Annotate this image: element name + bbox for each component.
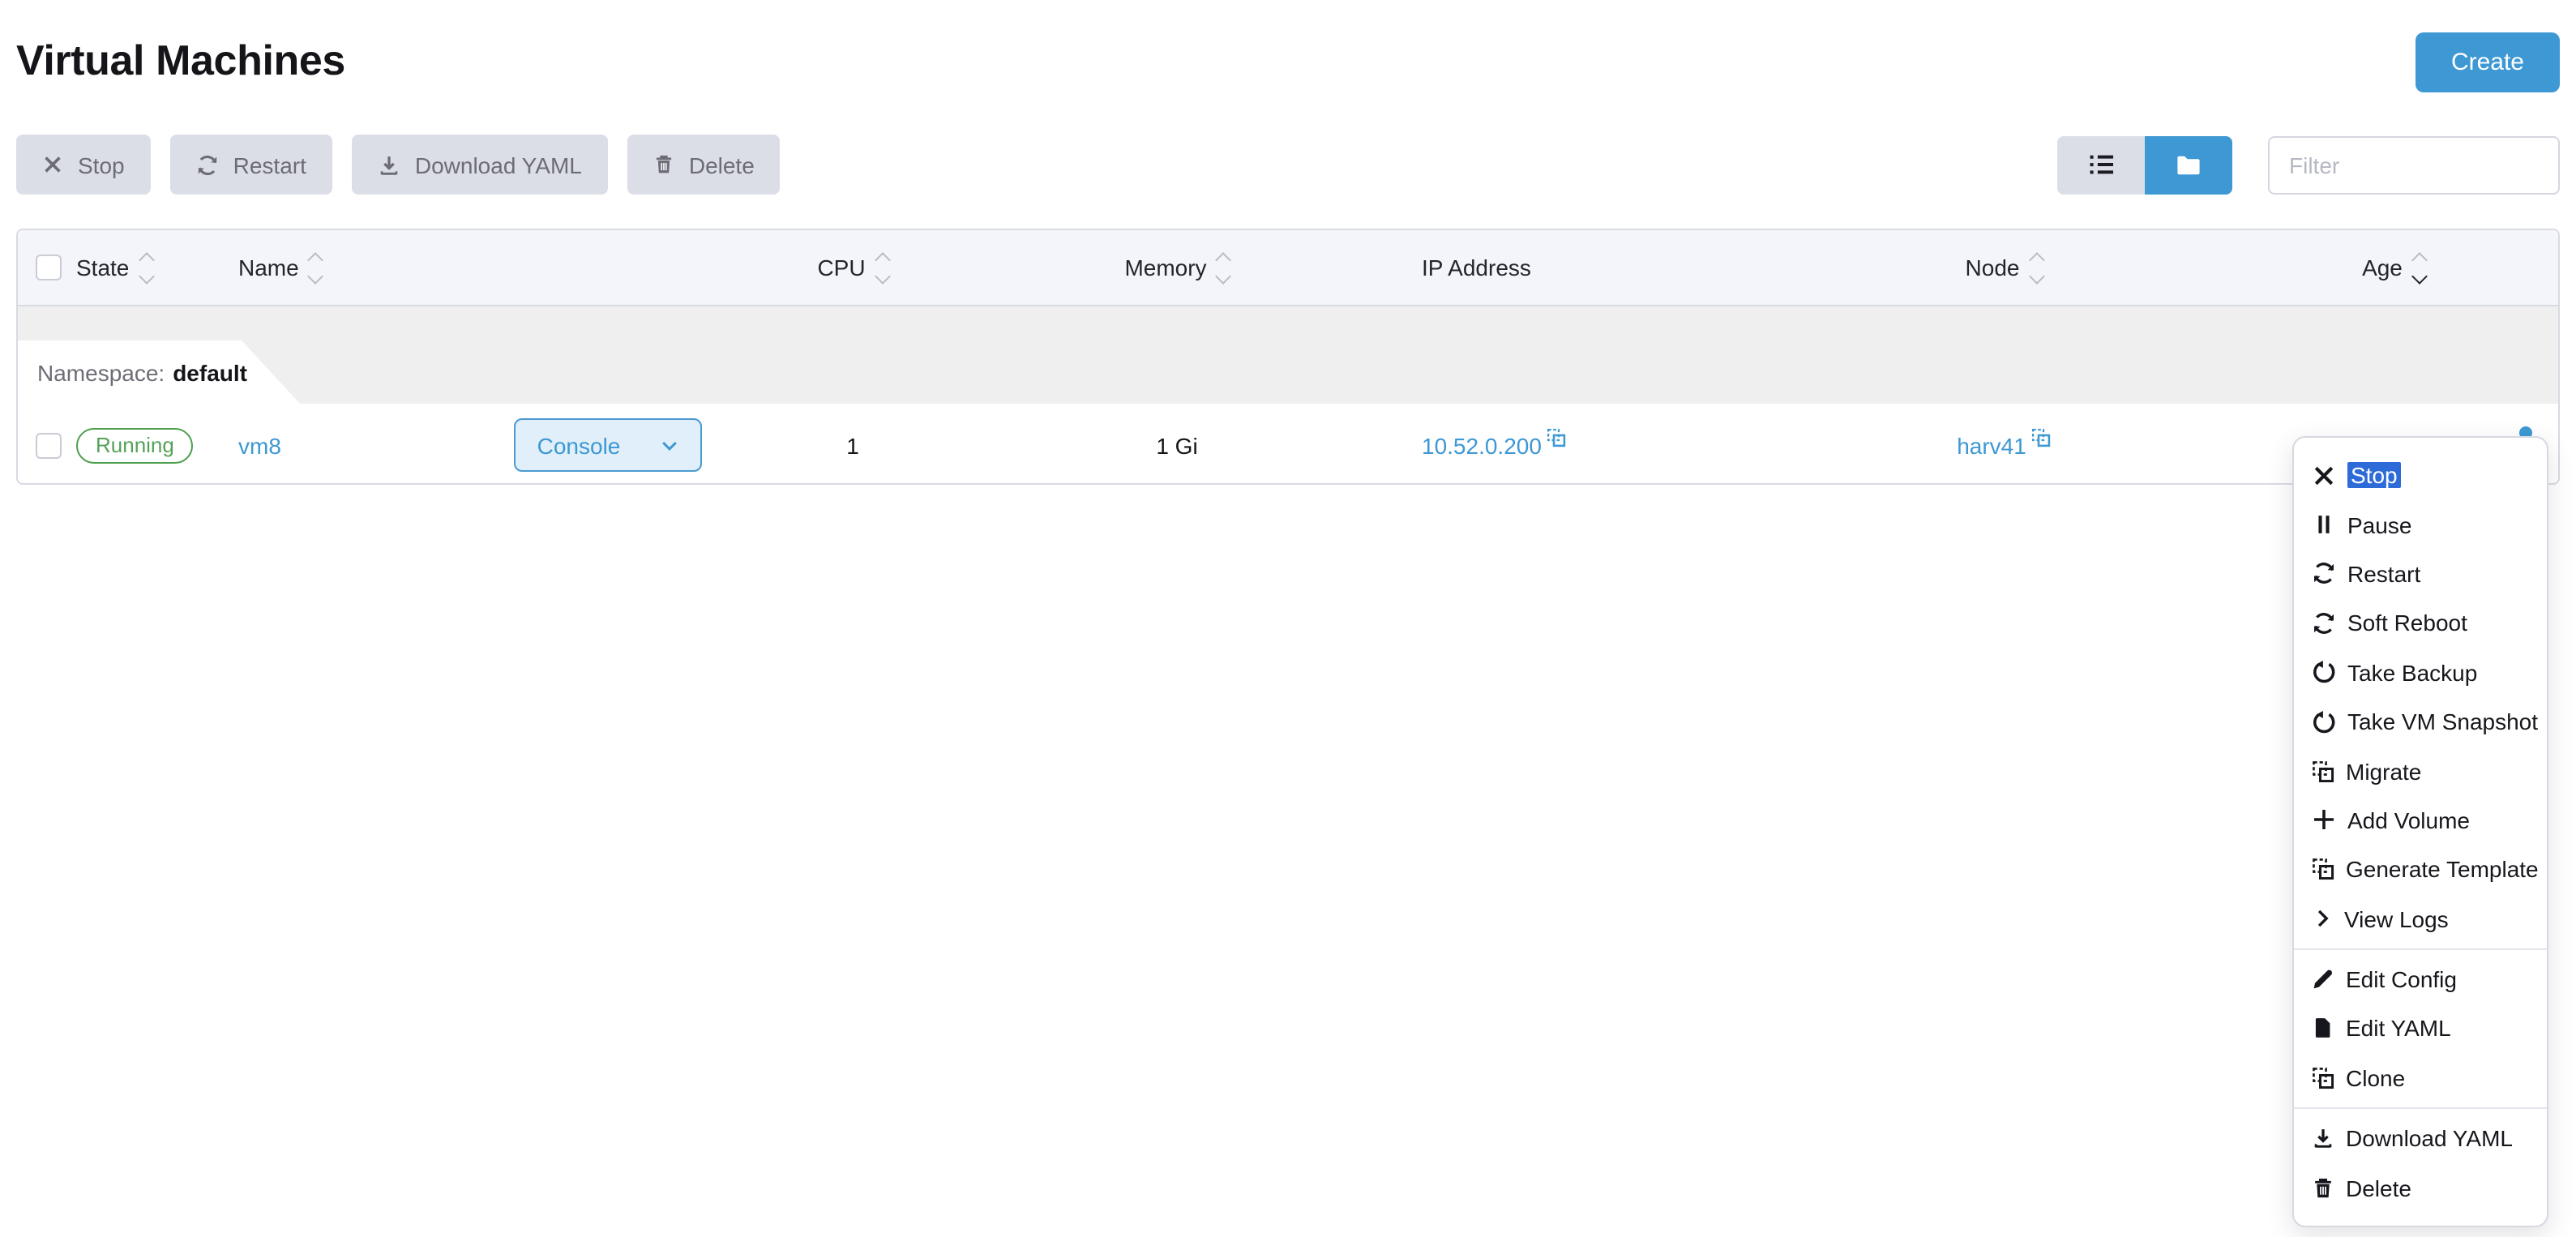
circular-arrow-icon: [2312, 709, 2336, 734]
menu-item-generate-template[interactable]: Generate Template: [2294, 845, 2547, 894]
menu-item-stop[interactable]: Stop: [2294, 451, 2547, 500]
column-header-node[interactable]: Node: [1752, 254, 2255, 281]
pencil-icon: [2312, 968, 2334, 991]
chevron-down-icon: [659, 435, 678, 455]
column-header-memory[interactable]: Memory: [974, 254, 1380, 281]
restart-button-label: Restart: [233, 152, 306, 178]
x-icon: [2312, 463, 2336, 487]
sort-icon-descending: [2414, 254, 2425, 281]
download-yaml-button[interactable]: Download YAML: [352, 135, 608, 195]
menu-item-view-logs[interactable]: View Logs: [2294, 894, 2547, 944]
select-all-checkbox[interactable]: [36, 255, 62, 280]
table-header: State Name CPU Memory IP Address Node: [18, 230, 2558, 306]
delete-button-label: Delete: [689, 152, 755, 178]
cpu-value: 1: [731, 432, 974, 458]
console-button-label: Console: [537, 432, 621, 458]
download-icon: [2312, 1128, 2334, 1150]
menu-item-add-volume[interactable]: Add Volume: [2294, 795, 2547, 845]
list-icon: [2087, 151, 2115, 178]
chevron-right-icon: [2312, 908, 2333, 929]
refresh-icon: [2312, 611, 2336, 636]
copy-icon[interactable]: [1547, 427, 1566, 447]
column-header-name[interactable]: Name: [225, 254, 485, 281]
refresh-icon: [2312, 562, 2336, 586]
vm-table: State Name CPU Memory IP Address Node: [16, 229, 2560, 485]
stop-button-label: Stop: [78, 152, 125, 178]
namespace-group-row: Namespace: default: [18, 306, 2558, 404]
bulk-actions: Stop Restart Download YAML Delete: [16, 135, 781, 195]
view-toggle: [2057, 135, 2232, 194]
sort-icon: [877, 254, 888, 281]
copy-icon: [2312, 1067, 2334, 1089]
stop-button[interactable]: Stop: [16, 135, 151, 195]
menu-divider: [2294, 1107, 2547, 1109]
copy-icon: [2312, 858, 2334, 881]
refresh-icon: [196, 153, 219, 176]
menu-item-migrate[interactable]: Migrate: [2294, 747, 2547, 796]
restart-button[interactable]: Restart: [170, 135, 332, 195]
table-row: Running vm8 Console 1 1 Gi 10.52.0.200 h…: [18, 404, 2558, 486]
trash-icon: [2312, 1176, 2334, 1199]
virtual-machines-page: Virtual Machines Create Stop Restart Dow…: [0, 0, 2576, 1237]
menu-item-restart[interactable]: Restart: [2294, 550, 2547, 599]
grid-view-button[interactable]: [2145, 135, 2232, 194]
plus-icon: [2312, 808, 2336, 833]
filter-input[interactable]: [2268, 135, 2560, 194]
node-link[interactable]: harv41: [1957, 432, 2026, 458]
circular-arrow-icon: [2312, 661, 2336, 685]
row-checkbox[interactable]: [36, 432, 62, 458]
x-icon: [42, 154, 63, 175]
sort-icon: [140, 254, 152, 281]
selected-text: Stop: [2347, 462, 2401, 488]
column-header-cpu[interactable]: CPU: [731, 254, 974, 281]
download-yaml-button-label: Download YAML: [415, 152, 582, 178]
namespace-group-value: default: [173, 359, 247, 385]
list-view-button[interactable]: [2057, 135, 2145, 194]
menu-item-clone[interactable]: Clone: [2294, 1053, 2547, 1102]
menu-item-edit-config[interactable]: Edit Config: [2294, 955, 2547, 1004]
menu-divider: [2294, 948, 2547, 950]
sort-icon: [1218, 254, 1230, 281]
view-and-filter: [2057, 135, 2560, 194]
menu-item-take-backup[interactable]: Take Backup: [2294, 648, 2547, 697]
copy-icon[interactable]: [2031, 427, 2051, 447]
menu-item-delete[interactable]: Delete: [2294, 1163, 2547, 1213]
menu-item-pause[interactable]: Pause: [2294, 500, 2547, 550]
sort-icon: [310, 254, 322, 281]
column-header-age[interactable]: Age: [2255, 254, 2558, 281]
memory-value: 1 Gi: [974, 432, 1380, 458]
console-dropdown-button[interactable]: Console: [515, 418, 702, 472]
namespace-group-tab: Namespace: default: [18, 340, 300, 404]
download-icon: [378, 153, 400, 176]
menu-item-take-vm-snapshot[interactable]: Take VM Snapshot: [2294, 697, 2547, 747]
page-title: Virtual Machines: [16, 36, 345, 84]
folder-icon: [2176, 152, 2202, 178]
ip-address-link[interactable]: 10.52.0.200: [1422, 432, 1542, 458]
menu-item-edit-yaml[interactable]: Edit YAML: [2294, 1004, 2547, 1054]
toolbar: Stop Restart Download YAML Delete: [16, 135, 2560, 195]
menu-item-download-yaml[interactable]: Download YAML: [2294, 1114, 2547, 1163]
namespace-group-label: Namespace:: [37, 359, 165, 385]
sort-icon: [2030, 254, 2042, 281]
create-button[interactable]: Create: [2416, 32, 2560, 92]
file-icon: [2312, 1017, 2334, 1040]
column-header-ip-address: IP Address: [1380, 255, 1752, 280]
column-header-state[interactable]: State: [63, 254, 225, 281]
pause-icon: [2312, 512, 2336, 537]
copy-icon: [2312, 760, 2334, 782]
state-badge: Running: [76, 427, 194, 463]
delete-button[interactable]: Delete: [627, 135, 781, 195]
row-actions-menu: Stop Pause Restart Soft Reboot Take Back…: [2292, 436, 2548, 1227]
menu-item-soft-reboot[interactable]: Soft Reboot: [2294, 598, 2547, 648]
vm-name-link[interactable]: vm8: [238, 432, 281, 458]
trash-icon: [653, 154, 674, 175]
